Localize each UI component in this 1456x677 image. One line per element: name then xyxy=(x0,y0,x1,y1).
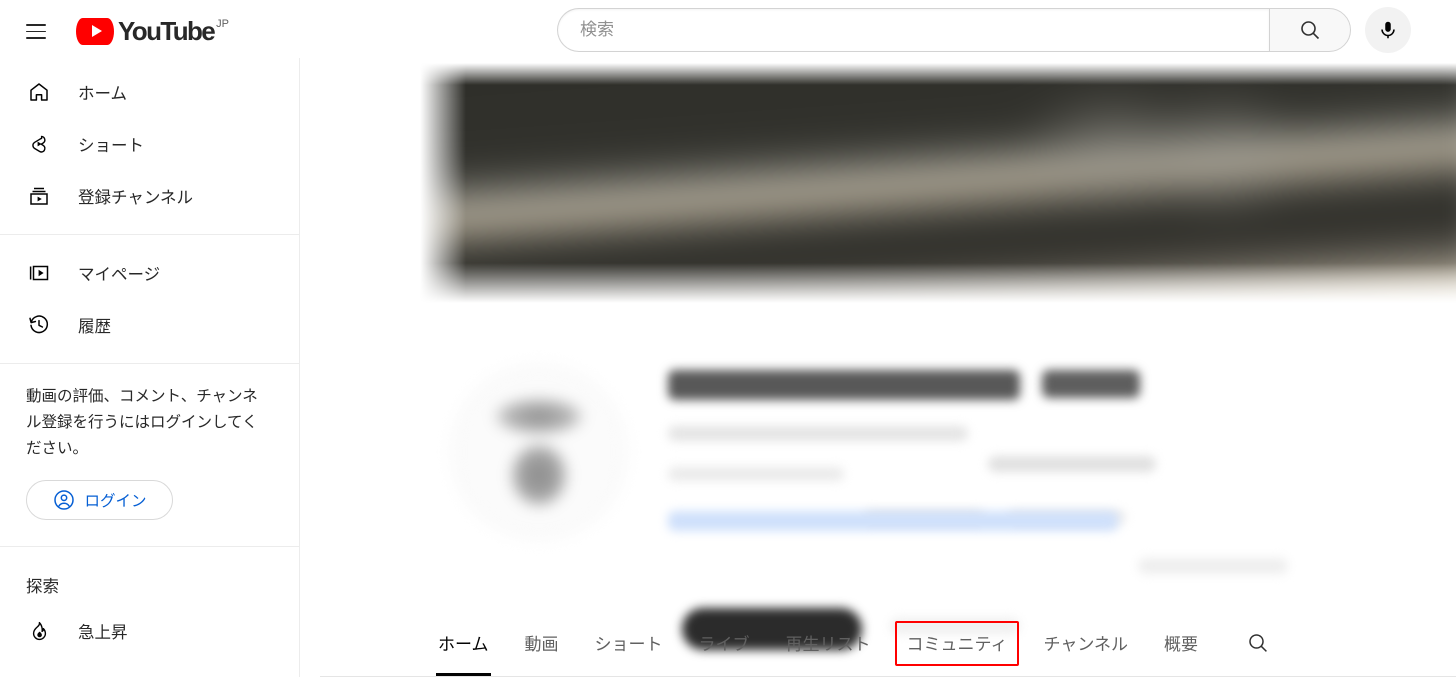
shorts-icon xyxy=(26,132,52,156)
sidebar-item-subscriptions[interactable]: 登録チャンネル xyxy=(0,170,299,222)
banner-edge-fade xyxy=(420,263,1456,303)
search-box[interactable] xyxy=(557,8,1269,52)
youtube-logo[interactable]: YouTube JP xyxy=(76,15,229,46)
hamburger-line xyxy=(26,37,46,39)
you-library-icon xyxy=(26,261,52,285)
tab-label: チャンネル xyxy=(1043,635,1128,654)
search-submit-button[interactable] xyxy=(1269,8,1351,52)
tab-playlists[interactable]: 再生リスト xyxy=(768,609,889,676)
search-icon xyxy=(1249,633,1267,652)
channel-more-links-redacted[interactable] xyxy=(1138,558,1288,574)
trending-flame-icon xyxy=(26,619,52,643)
home-icon xyxy=(26,80,52,104)
channel-header xyxy=(420,308,1456,650)
tab-community[interactable]: コミュニティ xyxy=(889,609,1026,676)
tab-label: 動画 xyxy=(524,635,559,654)
sidebar-section-explore: 探索 xyxy=(26,578,59,596)
tab-channels[interactable]: チャンネル xyxy=(1025,609,1146,676)
sidebar-item-label: 登録チャンネル xyxy=(78,189,194,207)
channel-search-button[interactable] xyxy=(1226,609,1290,676)
sidebar-item-shorts[interactable]: ショート xyxy=(0,118,299,170)
channel-metadata xyxy=(668,370,1428,650)
channel-tab-bar: ホーム 動画 ショート ライブ 再生リスト コミュニティ チャンネル 概要 xyxy=(301,609,1456,677)
hamburger-line xyxy=(26,24,46,26)
hamburger-line xyxy=(26,30,46,33)
tab-label: 概要 xyxy=(1163,635,1198,654)
channel-name-redacted xyxy=(668,370,1020,400)
sidebar-item-label: 急上昇 xyxy=(78,624,128,642)
sign-in-button-label: ログイン xyxy=(84,493,147,510)
history-clock-icon xyxy=(26,313,52,337)
tab-label: ショート xyxy=(594,635,663,654)
search-icon xyxy=(1301,21,1320,40)
channel-stats-redacted xyxy=(668,426,968,441)
sidebar-item-home[interactable]: ホーム xyxy=(0,66,299,118)
tab-label: 再生リスト xyxy=(785,635,871,654)
youtube-channel-page: YouTube JP 検索 ホーム ショート 登録チャンネル マイページ 履歴 … xyxy=(0,0,1456,677)
channel-banner[interactable] xyxy=(420,63,1456,303)
tab-about[interactable]: 概要 xyxy=(1146,609,1216,676)
tab-videos[interactable]: 動画 xyxy=(507,609,577,676)
sign-in-message: 動画の評価、コメント、チャンネル登録を行うにはログインしてください。 xyxy=(26,388,258,457)
channel-stats-redacted xyxy=(988,456,1156,472)
tab-label: ホーム xyxy=(438,635,489,654)
sidebar-item-label: ショート xyxy=(78,137,144,155)
account-circle-icon xyxy=(54,490,75,510)
microphone-icon xyxy=(1381,21,1395,39)
youtube-play-icon xyxy=(76,17,114,45)
sign-in-prompt: 動画の評価、コメント、チャンネル登録を行うにはログインしてください。 ログイン xyxy=(0,376,299,534)
sidebar-divider xyxy=(0,546,299,547)
tab-live[interactable]: ライブ xyxy=(681,609,768,676)
channel-link-redacted[interactable] xyxy=(668,511,1118,531)
sidebar-item-history[interactable]: 履歴 xyxy=(0,299,299,351)
channel-tabs: ホーム 動画 ショート ライブ 再生リスト コミュニティ チャンネル 概要 xyxy=(420,609,1290,676)
channel-main-content: ホーム 動画 ショート ライブ 再生リスト コミュニティ チャンネル 概要 xyxy=(301,58,1456,677)
sidebar-divider xyxy=(0,363,299,364)
subscriptions-icon xyxy=(26,184,52,208)
tab-label: ライブ xyxy=(698,635,750,654)
sidebar-item-you[interactable]: マイページ xyxy=(0,247,299,299)
hamburger-menu-icon[interactable] xyxy=(12,8,60,56)
youtube-country-code: JP xyxy=(216,17,229,30)
sidebar-item-label: ホーム xyxy=(78,85,128,103)
channel-handle-redacted xyxy=(1042,370,1140,398)
sign-in-button[interactable]: ログイン xyxy=(26,480,173,520)
search-input[interactable] xyxy=(580,20,1269,40)
search-area xyxy=(557,7,1411,53)
banner-edge-fade xyxy=(420,63,1456,85)
sidebar-item-label: マイページ xyxy=(78,266,161,284)
topbar-left-group: YouTube JP xyxy=(0,0,229,58)
voice-search-button[interactable] xyxy=(1365,7,1411,53)
channel-avatar[interactable] xyxy=(450,363,628,541)
channel-description-redacted xyxy=(668,467,844,481)
tab-home[interactable]: ホーム xyxy=(420,609,507,676)
tab-label: コミュニティ xyxy=(906,635,1008,654)
top-navigation-bar: YouTube JP xyxy=(0,0,1456,58)
sidebar-navigation: ホーム ショート 登録チャンネル マイページ 履歴 動画の評価、コメント、チャン… xyxy=(0,58,300,677)
tab-shorts[interactable]: ショート xyxy=(577,609,681,676)
youtube-logo-text: YouTube xyxy=(118,15,216,46)
sidebar-item-trending[interactable]: 急上昇 xyxy=(0,605,299,657)
sidebar-divider xyxy=(0,234,299,235)
sidebar-item-label: 履歴 xyxy=(78,318,111,336)
